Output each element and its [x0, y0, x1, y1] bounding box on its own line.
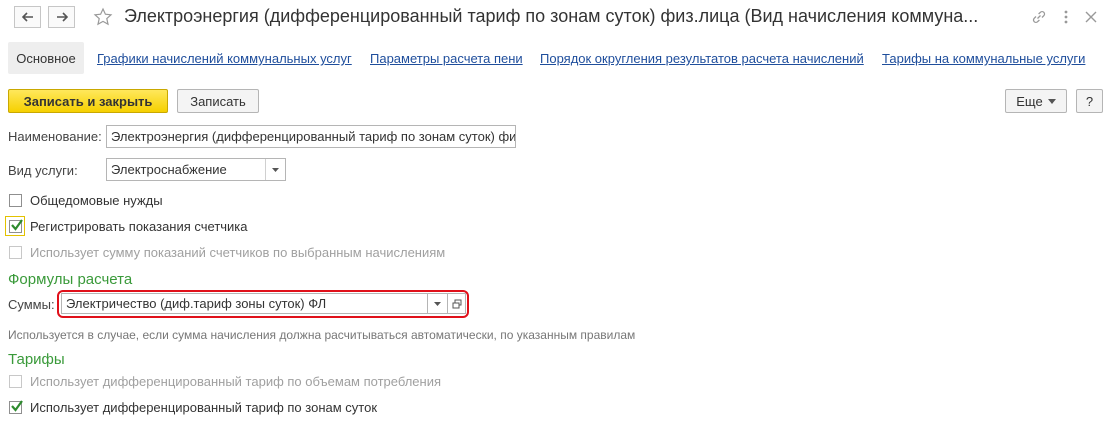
- open-window-icon: [452, 299, 461, 308]
- sum-meters-label: Использует сумму показаний счетчиков по …: [30, 245, 446, 260]
- link-icon[interactable]: [1030, 8, 1048, 26]
- name-label: Наименование:: [8, 129, 102, 144]
- tab-rounding-order[interactable]: Порядок округления результатов расчета н…: [540, 51, 864, 66]
- arrow-right-icon: [56, 12, 68, 22]
- common-needs-checkbox[interactable]: [9, 194, 22, 207]
- tab-utility-tariffs[interactable]: Тарифы на коммунальные услуги: [882, 51, 1085, 66]
- sums-dropdown-button[interactable]: [428, 293, 448, 314]
- tab-main[interactable]: Основное: [8, 42, 84, 74]
- save-button[interactable]: Записать: [177, 89, 259, 113]
- back-button[interactable]: [14, 6, 41, 28]
- time-zone-tariff-label: Использует дифференцированный тариф по з…: [30, 400, 378, 415]
- volume-tariff-label: Использует дифференцированный тариф по о…: [30, 374, 442, 389]
- chevron-down-icon: [272, 167, 279, 172]
- close-icon[interactable]: [1082, 8, 1100, 26]
- sums-label: Суммы:: [8, 297, 55, 312]
- sum-meters-checkbox[interactable]: [9, 246, 22, 259]
- name-field[interactable]: Электроэнергия (дифференцированный тариф…: [106, 125, 516, 148]
- chevron-down-icon: [1047, 98, 1056, 104]
- sums-value: Электричество (диф.тариф зоны суток) ФЛ: [66, 296, 327, 311]
- service-dropdown-button[interactable]: [265, 159, 285, 180]
- window-title: Электроэнергия (дифференцированный тариф…: [124, 6, 979, 26]
- time-zone-tariff-checkbox[interactable]: [9, 400, 23, 414]
- service-select[interactable]: Электроснабжение: [106, 158, 286, 181]
- tab-penalty-params[interactable]: Параметры расчета пени: [370, 51, 523, 66]
- sums-open-button[interactable]: [448, 293, 466, 314]
- help-button[interactable]: ?: [1076, 89, 1103, 113]
- more-button-label: Еще: [1016, 93, 1043, 109]
- register-meter-checkbox[interactable]: [9, 219, 23, 233]
- more-button[interactable]: Еще: [1005, 89, 1067, 113]
- tab-accrual-schedules[interactable]: Графики начислений коммунальных услуг: [97, 51, 352, 66]
- formulas-hint: Используется в случае, если сумма начисл…: [8, 328, 636, 342]
- checkmark-icon: [11, 219, 23, 231]
- checkmark-icon: [11, 400, 23, 412]
- forward-button[interactable]: [48, 6, 75, 28]
- tab-main-label: Основное: [16, 50, 76, 66]
- common-needs-label: Общедомовые нужды: [30, 193, 163, 208]
- tariffs-section-title: Тарифы: [8, 351, 65, 368]
- service-value: Электроснабжение: [111, 162, 227, 177]
- volume-tariff-checkbox[interactable]: [9, 375, 22, 388]
- name-value: Электроэнергия (дифференцированный тариф…: [111, 129, 516, 144]
- save-and-close-button[interactable]: Записать и закрыть: [8, 89, 168, 113]
- formulas-section-title: Формулы расчета: [8, 271, 133, 288]
- sums-select[interactable]: Электричество (диф.тариф зоны суток) ФЛ: [61, 293, 428, 314]
- register-meter-label: Регистрировать показания счетчика: [30, 219, 248, 234]
- star-icon[interactable]: [93, 7, 113, 27]
- arrow-left-icon: [21, 12, 33, 22]
- service-label: Вид услуги:: [8, 163, 78, 178]
- more-vertical-icon[interactable]: [1057, 8, 1075, 26]
- chevron-down-icon: [434, 301, 441, 306]
